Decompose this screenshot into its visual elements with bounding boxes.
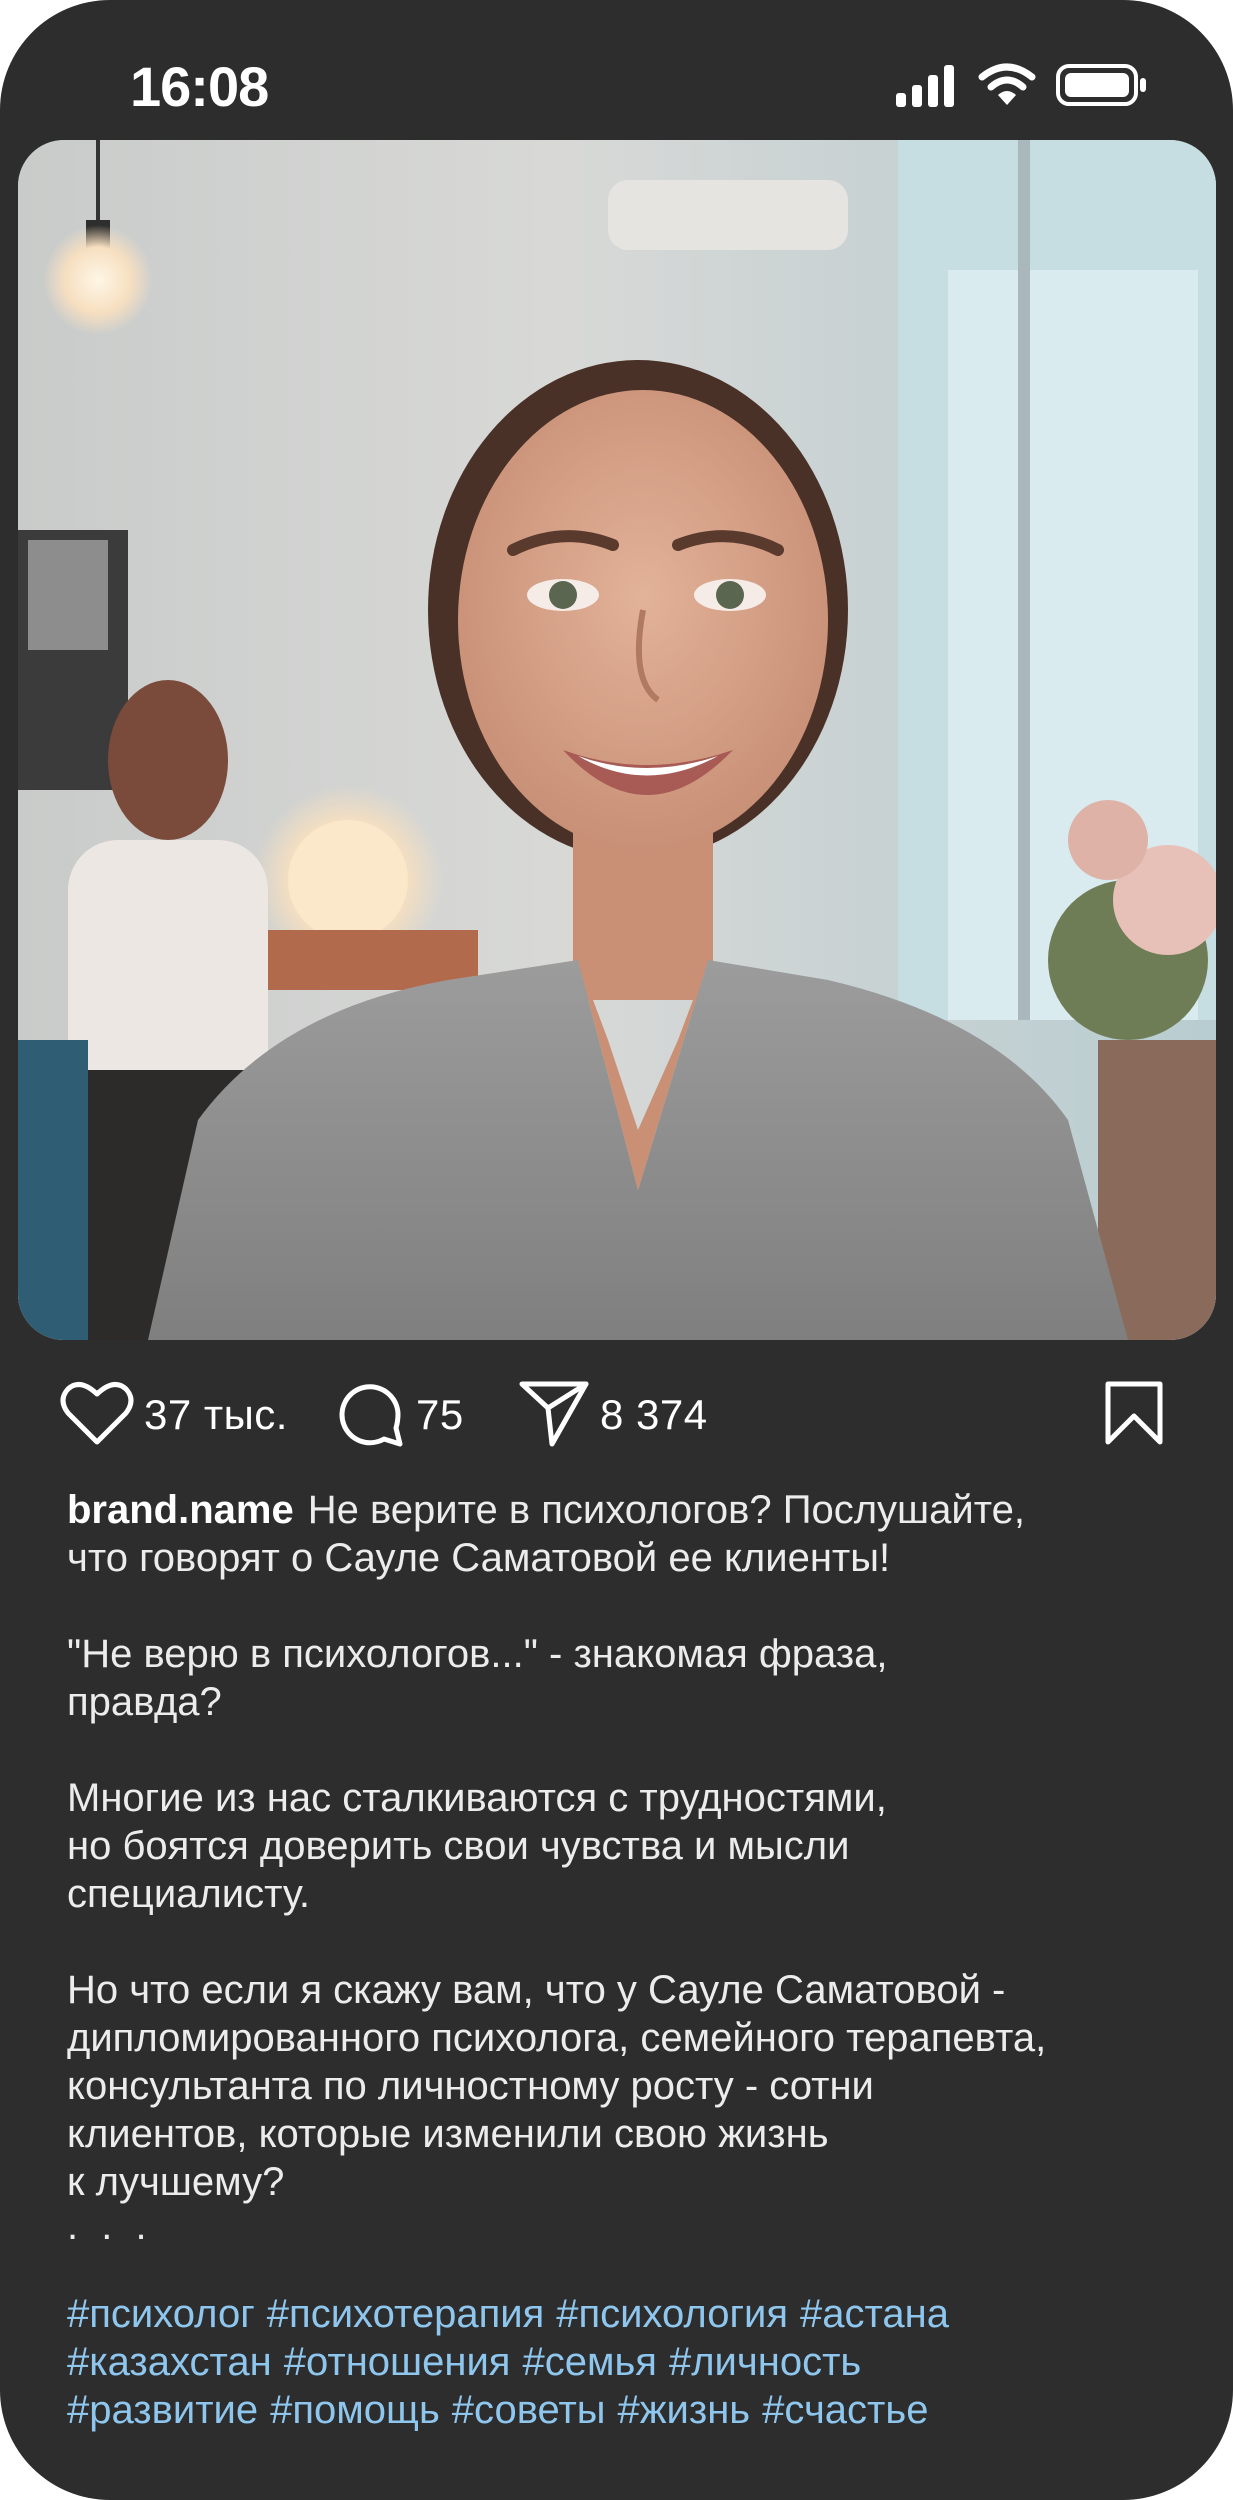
post-photo[interactable]: [18, 140, 1216, 1340]
caption-line: дипломированного психолога, семейного те…: [67, 2016, 1047, 2060]
shares-count: 8 374: [600, 1391, 708, 1438]
signal-icon: [894, 63, 958, 112]
hashtag[interactable]: #счастье: [762, 2388, 928, 2432]
comment-action[interactable]: 75: [336, 1380, 464, 1450]
phone-screen: 16:08 37 тыс. 75 8 374 brand.name Не вер…: [0, 0, 1233, 2500]
status-time: 16:08: [130, 55, 269, 118]
caption-ellipsis: . . .: [67, 2204, 153, 2248]
paper-plane-icon[interactable]: [518, 1378, 590, 1453]
comment-icon[interactable]: [336, 1378, 406, 1453]
like-action[interactable]: 37 тыс.: [60, 1380, 288, 1450]
hashtag[interactable]: #психотерапия: [267, 2292, 544, 2336]
caption-line: Многие из нас сталкиваются с трудностями…: [67, 1776, 887, 1820]
wifi-icon: [978, 63, 1036, 112]
battery-icon: [1056, 63, 1148, 112]
caption-line: но боятся доверить свои чувства и мысли: [67, 1824, 850, 1868]
caption-line: Но что если я скажу вам, что у Сауле Сам…: [67, 1968, 1006, 2012]
caption-line: к лучшему?: [67, 2160, 285, 2204]
hashtag[interactable]: #отношения: [284, 2340, 511, 2384]
caption-paragraph-2: "Не верю в психологов..." - знакомая фра…: [67, 1630, 1207, 1726]
post-actions: 37 тыс. 75 8 374: [0, 1370, 1233, 1460]
hashtag-row: #развитие #помощь #советы #жизнь #счастье: [67, 2386, 1207, 2434]
hashtag[interactable]: #психология: [556, 2292, 788, 2336]
status-bar: 16:08: [0, 0, 1233, 140]
save-action[interactable]: [1104, 1380, 1164, 1450]
caption-line: консультанта по личностному росту - сотн…: [67, 2064, 874, 2108]
hashtag[interactable]: #развитие: [67, 2388, 258, 2432]
likes-count: 37 тыс.: [144, 1391, 288, 1438]
caption-paragraph-3: Многие из нас сталкиваются с трудностями…: [67, 1774, 1207, 1918]
hashtag[interactable]: #психолог: [67, 2292, 255, 2336]
caption-line: что говорят о Сауле Саматовой ее клиенты…: [67, 1536, 891, 1580]
hashtag[interactable]: #астана: [800, 2292, 949, 2336]
caption-paragraph-4: Но что если я скажу вам, что у Сауле Сам…: [67, 1966, 1207, 2206]
username[interactable]: brand.name: [67, 1488, 294, 1532]
hashtag[interactable]: #помощь: [270, 2388, 440, 2432]
caption-line: клиентов, которые изменили свою жизнь: [67, 2112, 829, 2156]
status-icons: [894, 62, 1148, 112]
hashtag-row: #психолог #психотерапия #психология #астана: [67, 2290, 1207, 2338]
post-caption: brand.name Не верите в психологов? Послуш…: [67, 1486, 1207, 2434]
caption-line: специалисту.: [67, 1872, 310, 1916]
hashtag[interactable]: #семья: [522, 2340, 657, 2384]
share-action[interactable]: 8 374: [518, 1380, 708, 1450]
hashtags: #психолог #психотерапия #психология #астана…: [67, 2290, 1207, 2434]
hashtag[interactable]: #личность: [669, 2340, 861, 2384]
bookmark-icon[interactable]: [1104, 1380, 1164, 1451]
heart-icon[interactable]: [60, 1380, 134, 1451]
hashtag[interactable]: #казахстан: [67, 2340, 272, 2384]
caption-text: Не верите в психологов? Послушайте,: [307, 1488, 1025, 1532]
comments-count: 75: [416, 1391, 464, 1438]
caption-line: brand.name Не верите в психологов? Послуш…: [67, 1486, 1207, 1534]
caption-line: "Не верю в психологов..." - знакомая фра…: [67, 1632, 888, 1676]
hashtag[interactable]: #жизнь: [618, 2388, 751, 2432]
hashtag[interactable]: #советы: [452, 2388, 606, 2432]
caption-paragraph-1: brand.name Не верите в психологов? Послуш…: [67, 1486, 1207, 1582]
caption-line: правда?: [67, 1680, 222, 1724]
hashtag-row: #казахстан #отношения #семья #личность: [67, 2338, 1207, 2386]
